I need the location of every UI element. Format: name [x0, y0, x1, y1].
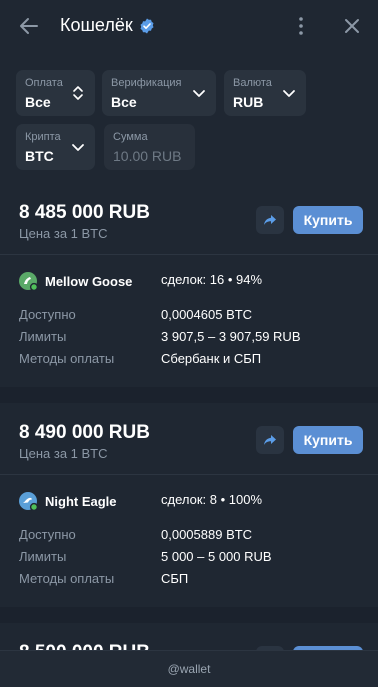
footer-bar: @wallet: [0, 650, 378, 687]
share-button[interactable]: [256, 206, 284, 234]
app-header: Кошелёк: [0, 0, 378, 52]
trader-name: Mellow Goose: [45, 273, 133, 289]
offer-header: 8 490 000 RUB Цена за 1 BTC Купить: [0, 403, 378, 475]
close-icon[interactable]: [340, 14, 364, 38]
page-title: Кошелёк: [60, 15, 133, 35]
sort-updown-icon: [73, 86, 83, 100]
crypto-filter[interactable]: Крипта BTC: [16, 124, 95, 170]
trader[interactable]: Mellow Goose: [18, 271, 132, 291]
trader-deals: сделок: 16 • 94%: [161, 272, 263, 287]
limits-label: Лимиты: [19, 549, 67, 564]
amount-field[interactable]: Сумма 10.00 RUB: [104, 124, 195, 170]
footer-username[interactable]: @wallet: [168, 662, 211, 676]
page-title-wrap: Кошелёк: [60, 15, 155, 36]
offer-card: 8 485 000 RUB Цена за 1 BTC Купить Mello…: [0, 183, 378, 387]
share-button[interactable]: [256, 426, 284, 454]
payment-methods-label: Методы оплаты: [19, 571, 115, 586]
payment-methods-value: Сбербанк и СБП: [161, 351, 262, 366]
share-arrow-icon: [264, 215, 276, 225]
back-arrow-icon[interactable]: [17, 14, 41, 38]
payment-methods-value: СБП: [161, 571, 189, 586]
limits-value: 3 907,5 – 3 907,59 RUB: [161, 329, 301, 344]
more-vertical-icon[interactable]: [289, 14, 313, 38]
available-label: Доступно: [19, 527, 76, 542]
buy-button[interactable]: Купить: [293, 206, 363, 234]
limits-label: Лимиты: [19, 329, 67, 344]
verification-filter[interactable]: Верификация Все: [102, 70, 216, 116]
chevron-down-icon: [283, 90, 295, 97]
buy-button[interactable]: Купить: [293, 426, 363, 454]
amount-field-label: Сумма: [113, 131, 148, 143]
payment-methods-label: Методы оплаты: [19, 351, 115, 366]
offer-price: 8 500 000 RUB: [19, 642, 150, 650]
trader[interactable]: Night Eagle: [18, 491, 117, 511]
offer-price-sub: Цена за 1 BTC: [19, 446, 108, 461]
trader-deals: сделок: 8 • 100%: [161, 492, 263, 507]
share-arrow-icon: [264, 435, 276, 445]
offer-card: 8 490 000 RUB Цена за 1 BTC Купить Night…: [0, 403, 378, 607]
offer-price: 8 490 000 RUB: [19, 422, 150, 443]
offer-details: Mellow Goose сделок: 16 • 94% Доступно 0…: [0, 255, 378, 387]
offer-price: 8 485 000 RUB: [19, 202, 150, 223]
verified-badge-icon: [140, 18, 154, 33]
chevron-down-icon: [72, 144, 84, 151]
trader-name: Night Eagle: [45, 493, 117, 509]
avatar: [19, 272, 38, 291]
available-value: 0,0005889 BTC: [161, 527, 253, 542]
amount-field-placeholder: 10.00 RUB: [113, 148, 182, 164]
chevron-down-icon: [193, 90, 205, 97]
offer-details: Night Eagle сделок: 8 • 100% Доступно 0,…: [0, 475, 378, 607]
available-value: 0,0004605 BTC: [161, 307, 253, 322]
offer-header: 8 500 000 RUB: [0, 623, 378, 650]
currency-filter[interactable]: Валюта RUB: [224, 70, 306, 116]
offer-card: 8 500 000 RUB: [0, 623, 378, 650]
payment-filter[interactable]: Оплата Все: [16, 70, 95, 116]
offer-header: 8 485 000 RUB Цена за 1 BTC Купить: [0, 183, 378, 255]
avatar: [19, 492, 38, 511]
available-label: Доступно: [19, 307, 76, 322]
offer-price-sub: Цена за 1 BTC: [19, 226, 108, 241]
limits-value: 5 000 – 5 000 RUB: [161, 549, 272, 564]
filters-panel: Оплата Все Верификация Все Валюта RUB Кр…: [0, 52, 378, 183]
